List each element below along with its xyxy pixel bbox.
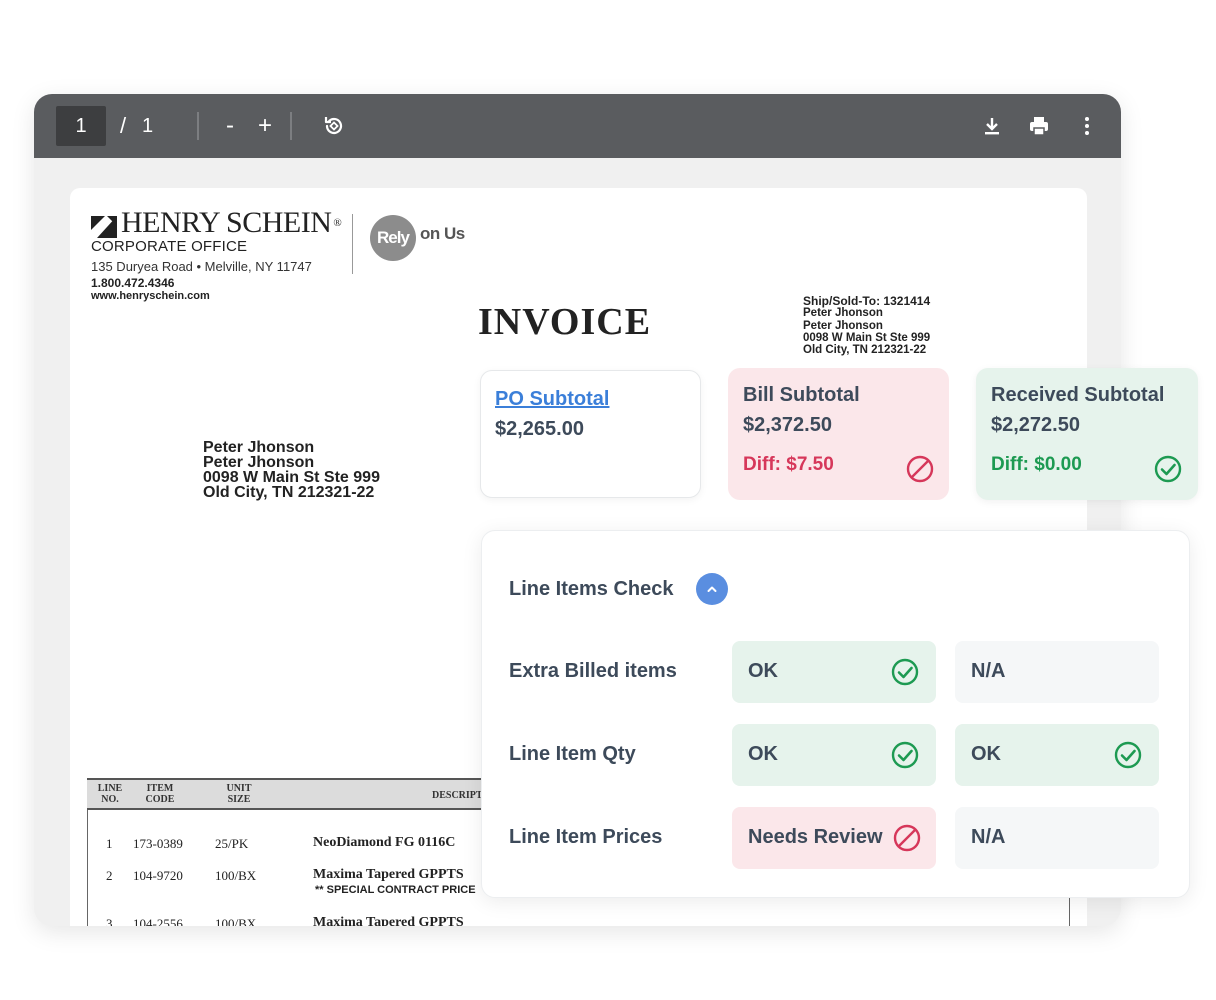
bill-to-line: 0098 W Main St Ste 999 — [203, 469, 380, 486]
line-items-title: Line Items Check — [509, 578, 674, 600]
pdf-toolbar: 1 / 1 - + — [34, 94, 1121, 158]
po-subtotal-card: PO Subtotal $2,265.00 — [480, 370, 701, 498]
zoom-out-button[interactable]: - — [226, 106, 234, 146]
check-circle-icon — [890, 657, 920, 687]
bill-to-block: Peter Jhonson Peter Jhonson 0098 W Main … — [203, 439, 380, 501]
received-check-status: N/A — [955, 641, 1159, 703]
bill-subtotal-title: Bill Subtotal — [743, 384, 860, 406]
blocked-icon — [892, 823, 922, 853]
header-line-no: LINE NO. — [97, 783, 123, 805]
status-text: OK — [971, 743, 1001, 765]
bill-check-status: OK — [732, 641, 936, 703]
bill-diff: Diff: $7.50 — [743, 454, 834, 475]
check-circle-icon — [1153, 454, 1183, 484]
table-border — [87, 810, 88, 926]
bill-check-status: OK — [732, 724, 936, 786]
company-address: 135 Duryea Road • Melville, NY 11747 — [91, 259, 312, 274]
received-subtotal-card: Received Subtotal $2,272.50 Diff: $0.00 — [976, 368, 1198, 500]
row-price-note: ** SPECIAL CONTRACT PRICE — [315, 884, 476, 896]
office-label: CORPORATE OFFICE — [91, 238, 248, 255]
ship-to-label: Ship/Sold-To: 1321414 — [803, 294, 931, 308]
rotate-icon[interactable] — [322, 114, 346, 138]
page-number-input[interactable]: 1 — [56, 106, 106, 146]
toolbar-divider — [290, 112, 292, 140]
page-total: 1 — [142, 115, 154, 137]
row-description: Maxima Tapered GPPTS — [313, 867, 464, 882]
toolbar-divider — [197, 112, 199, 140]
po-subtotal-amount: $2,265.00 — [495, 418, 584, 440]
bill-to-line: Peter Jhonson — [203, 454, 315, 471]
company-logo: HENRY SCHEIN ® — [91, 206, 342, 240]
check-row-label: Line Item Qty — [509, 743, 636, 765]
company-phone: 1.800.472.4346 — [91, 276, 175, 290]
zoom-in-button[interactable]: + — [258, 106, 272, 146]
ship-to-line: Old City, TN 212321-22 — [803, 344, 927, 357]
bill-to-line: Peter Jhonson — [203, 439, 315, 456]
check-circle-icon — [1113, 740, 1143, 770]
bill-subtotal-card: Bill Subtotal $2,372.50 Diff: $7.50 — [728, 368, 949, 500]
header-description: DESCRIPT — [432, 790, 483, 801]
ship-to-line: Peter Jhonson — [803, 319, 883, 332]
row-line-no: 2 — [106, 868, 113, 883]
invoice-title: INVOICE — [478, 301, 652, 343]
check-circle-icon — [890, 740, 920, 770]
slogan-text: on Us — [420, 224, 465, 243]
row-description: Maxima Tapered GPPTS — [313, 915, 464, 926]
row-unit-size: 100/BX — [215, 916, 257, 926]
received-subtotal-title: Received Subtotal — [991, 384, 1165, 406]
line-items-panel: Line Items Check Extra Billed items OK N/A… — [481, 530, 1190, 898]
print-icon[interactable] — [1027, 114, 1051, 138]
registered-mark: ® — [333, 217, 342, 229]
ship-to-line: 0098 W Main St Ste 999 — [803, 331, 931, 344]
header-unit-size: UNIT SIZE — [226, 783, 252, 805]
row-line-no: 1 — [106, 836, 113, 851]
received-diff: Diff: $0.00 — [991, 454, 1082, 475]
check-row-label: Extra Billed items — [509, 660, 677, 682]
status-text: OK — [748, 743, 778, 765]
row-item-code: 104-9720 — [133, 868, 183, 883]
bill-subtotal-amount: $2,372.50 — [743, 414, 832, 436]
row-unit-size: 25/PK — [215, 836, 249, 851]
logo-divider — [352, 214, 353, 274]
po-subtotal-link[interactable]: PO Subtotal — [495, 388, 609, 411]
company-website: www.henryschein.com — [91, 290, 210, 302]
ship-to-line: Peter Jhonson — [803, 307, 883, 320]
status-text: OK — [748, 660, 778, 682]
bill-to-line: Old City, TN 212321-22 — [203, 484, 375, 501]
row-description: NeoDiamond FG 0116C — [313, 835, 456, 850]
received-check-status: N/A — [955, 807, 1159, 869]
henry-schein-mark-icon — [91, 212, 117, 238]
header-item-code: ITEM CODE — [145, 783, 175, 805]
collapse-button[interactable] — [696, 573, 728, 605]
check-row-label: Line Item Prices — [509, 826, 663, 848]
page-separator: / — [120, 113, 127, 138]
row-item-code: 104-2556 — [133, 916, 183, 926]
company-name: HENRY SCHEIN — [121, 206, 332, 239]
slogan-badge: Rely — [370, 215, 416, 261]
row-line-no: 3 — [106, 916, 113, 926]
chevron-up-icon — [707, 586, 717, 592]
bill-check-status: Needs Review — [732, 807, 936, 869]
blocked-icon — [905, 454, 935, 484]
status-text: Needs Review — [748, 826, 883, 848]
received-subtotal-amount: $2,272.50 — [991, 414, 1080, 436]
status-text: N/A — [971, 660, 1006, 682]
row-item-code: 173-0389 — [133, 836, 183, 851]
ship-to-block: Ship/Sold-To: 1321414 Peter Jhonson Pete… — [803, 295, 930, 356]
more-vert-icon[interactable] — [1075, 114, 1099, 138]
download-icon[interactable] — [980, 114, 1004, 138]
status-text: N/A — [971, 826, 1006, 848]
received-check-status: OK — [955, 724, 1159, 786]
row-unit-size: 100/BX — [215, 868, 257, 883]
